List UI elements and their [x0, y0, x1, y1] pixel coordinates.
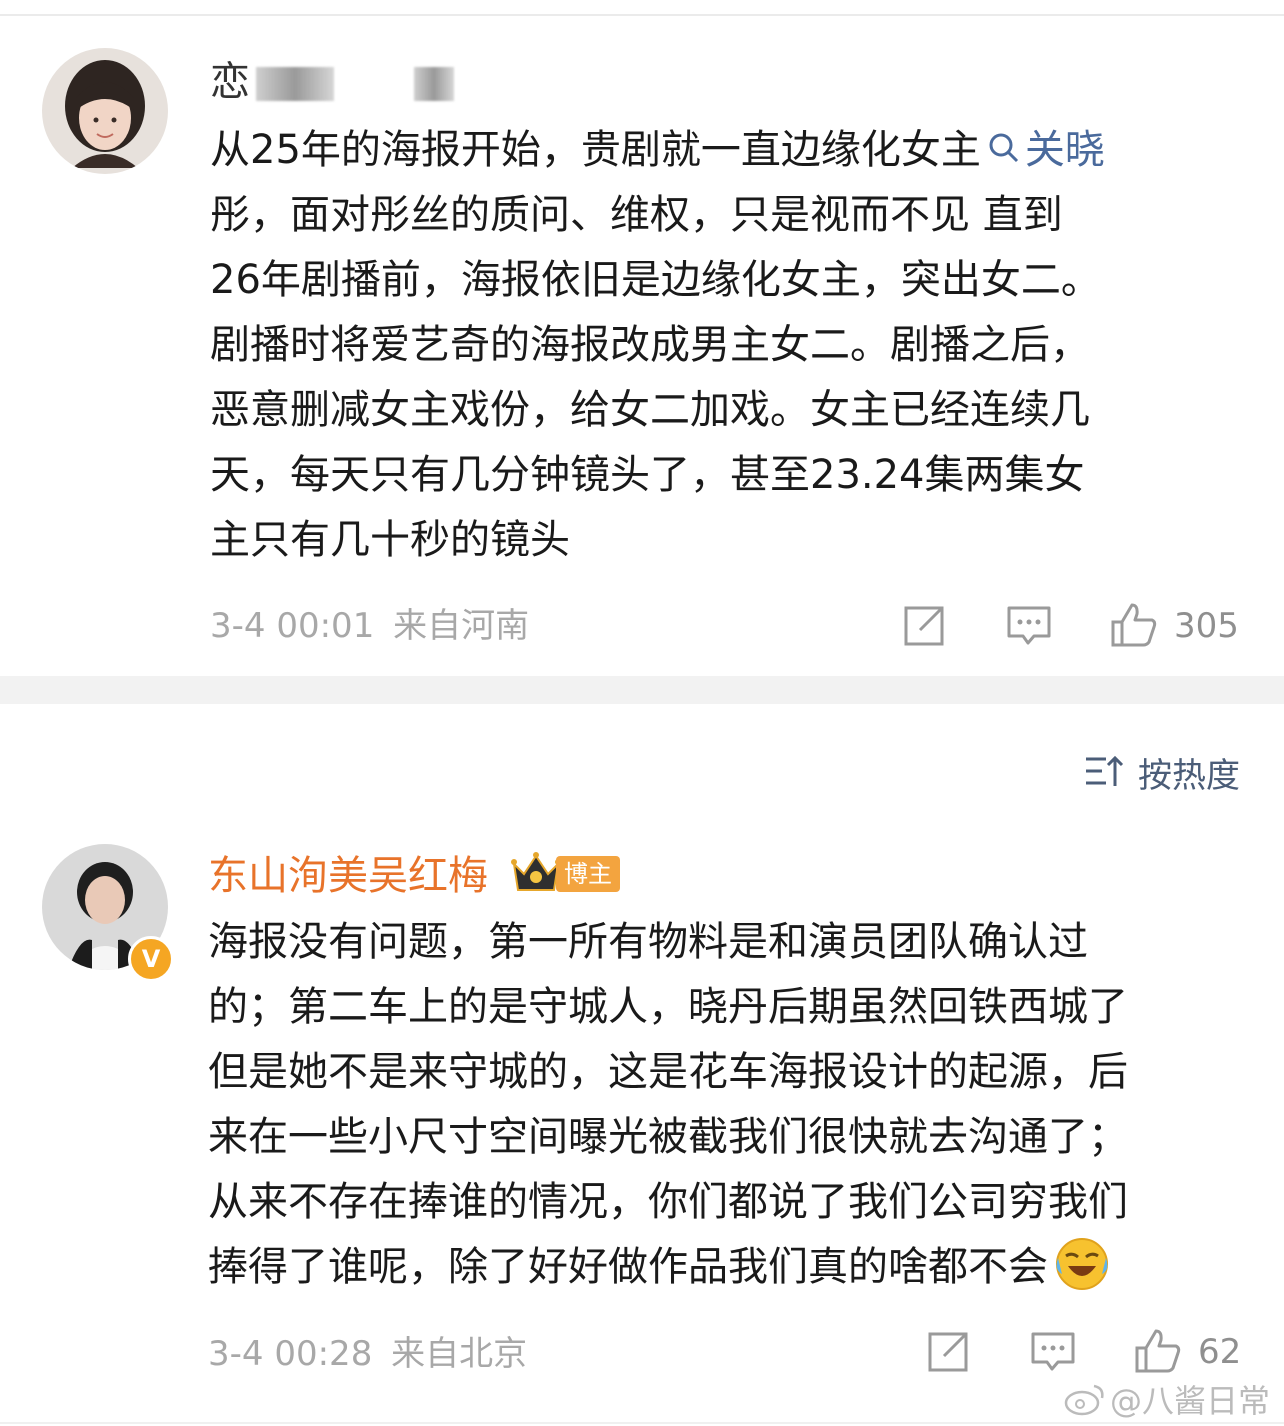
username[interactable]: 恋: [210, 58, 454, 106]
laughing-crying-emoji: [1056, 1238, 1108, 1290]
crown-icon: [511, 852, 561, 891]
bottom-divider: [0, 1422, 1284, 1424]
comment-line: 主只有几十秒的镜头: [210, 517, 570, 563]
timestamp: 3-4 00:28: [208, 1334, 373, 1374]
sort-label: 按热度: [1138, 755, 1240, 796]
like-count: 62: [1198, 1332, 1242, 1372]
top-divider: [0, 14, 1284, 16]
comment-line: 天，每天只有几分钟镜头了，甚至23.24集两集女: [210, 452, 1085, 498]
like-icon[interactable]: [1134, 1328, 1182, 1374]
sort-by-hot-button[interactable]: 按热度: [1084, 752, 1240, 796]
section-divider: [0, 676, 1284, 704]
avatar[interactable]: [42, 48, 168, 174]
share-icon[interactable]: [926, 1330, 970, 1374]
search-icon: [989, 133, 1018, 163]
comment-line: 海报没有问题，第一所有物料是和演员团队确认过: [208, 919, 1088, 965]
comment-line: 剧播时将爱艺奇的海报改成男主女二。剧播之后，: [210, 322, 1090, 368]
like-count: 305: [1174, 606, 1239, 646]
weibo-logo-icon: [1064, 1384, 1104, 1416]
verified-badge: V: [128, 936, 174, 982]
timestamp: 3-4 00:01: [210, 606, 375, 646]
comment-line: 但是她不是来守城的，这是花车海报设计的起源，后: [208, 1049, 1128, 1095]
like-icon[interactable]: [1110, 602, 1158, 648]
blogger-badge: 博主: [556, 856, 620, 892]
comment-line: 捧得了谁呢，除了好好做作品我们真的啥都不会: [208, 1235, 1128, 1300]
comment-line: 恶意删减女主戏份，给女二加戏。女主已经连续几: [210, 387, 1090, 433]
comment-line: 从25年的海报开始，贵剧就一直边缘化女主 关晓: [210, 127, 1105, 173]
comment-line: 彤，面对彤丝的质问、维权，只是视而不见 直到: [210, 192, 1063, 238]
watermark: @八酱日常: [1064, 1376, 1270, 1422]
comment-line: 26年剧播前，海报依旧是边缘化女主，突出女二。: [210, 257, 1101, 303]
topic-link[interactable]: 关晓: [981, 127, 1105, 173]
comment-icon[interactable]: [1006, 604, 1052, 648]
username[interactable]: 东山洵美吴红梅: [208, 852, 488, 900]
location: 来自河南: [393, 606, 530, 646]
comment-text: 海报没有问题，第一所有物料是和演员团队确认过 的；第二车上的是守城人，晓丹后期虽…: [208, 910, 1128, 1300]
sort-icon: [1086, 755, 1124, 786]
comment-meta: 3-4 00:28 来自北京: [208, 1334, 527, 1374]
comment-line: 从来不存在捧谁的情况，你们都说了我们公司穷我们: [208, 1179, 1128, 1225]
comment-line: 的；第二车上的是守城人，晓丹后期虽然回铁西城了: [208, 984, 1128, 1030]
comment-line: 来在一些小尺寸空间曝光被截我们很快就去沟通了；: [208, 1114, 1128, 1160]
comment-text: 从25年的海报开始，贵剧就一直边缘化女主 关晓 彤，面对彤丝的质问、维权，只是视而…: [210, 118, 1105, 573]
comment-icon[interactable]: [1030, 1330, 1076, 1374]
comment-meta: 3-4 00:01 来自河南: [210, 606, 529, 646]
location: 来自北京: [391, 1334, 528, 1374]
share-icon[interactable]: [902, 604, 946, 648]
